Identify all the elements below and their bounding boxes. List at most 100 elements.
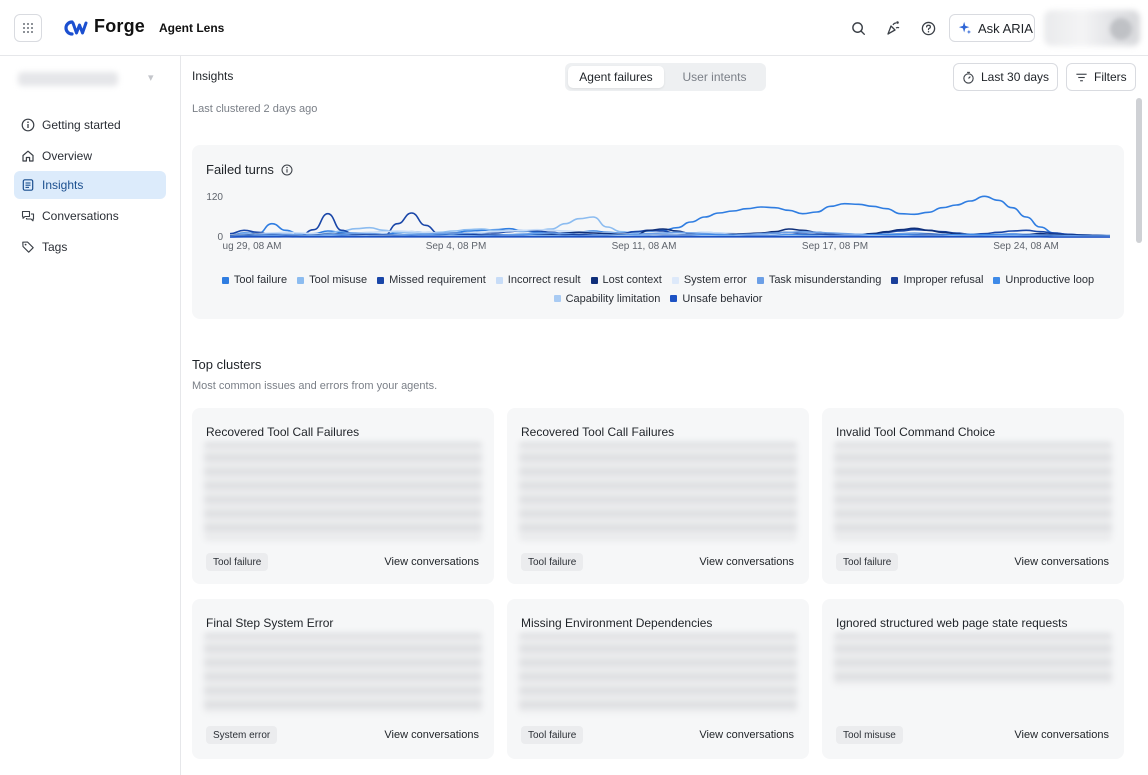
workspace-switcher[interactable] xyxy=(18,72,118,86)
cluster-title: Ignored structured web page state reques… xyxy=(836,616,1068,630)
x-tick-label: ug 29, 08 AM xyxy=(223,241,282,252)
failed-turns-chart[interactable]: 0120ug 29, 08 AM Sep 4, 08 PM Sep 11, 08 A… xyxy=(192,145,1124,265)
sidebar-item-conversations[interactable]: Conversations xyxy=(14,202,166,230)
ask-aria-label: Ask ARIA xyxy=(978,20,1033,36)
view-conversations-link[interactable]: View conversations xyxy=(384,556,479,568)
filters-button[interactable]: Filters xyxy=(1066,63,1136,91)
legend-item[interactable]: Missed requirement xyxy=(377,271,486,289)
view-conversations-link[interactable]: View conversations xyxy=(1014,556,1109,568)
last-clustered-text: Last clustered 2 days ago xyxy=(192,103,318,115)
filters-label: Filters xyxy=(1094,70,1127,84)
legend-item[interactable]: Task misunderstanding xyxy=(756,271,882,289)
tab-agent-failures[interactable]: Agent failures xyxy=(568,66,664,88)
view-conversations-link[interactable]: View conversations xyxy=(1014,729,1109,741)
cluster-card[interactable]: Recovered Tool Call Failures Tool failur… xyxy=(507,408,809,584)
sidebar-item-label: Overview xyxy=(42,149,93,163)
legend-item[interactable]: System error xyxy=(671,271,747,289)
legend-item[interactable]: Capability limitation xyxy=(553,290,661,308)
app-name: Forge xyxy=(94,16,146,36)
cluster-title: Invalid Tool Command Choice xyxy=(836,425,996,439)
cluster-card[interactable]: Missing Environment Dependencies Tool fa… xyxy=(507,599,809,759)
sidebar-item-label: Insights xyxy=(42,178,84,192)
sidebar-item-tags[interactable]: Tags xyxy=(14,233,166,261)
series-line-unsafe-behavior[interactable] xyxy=(229,235,1110,238)
legend-label: Incorrect result xyxy=(507,274,581,286)
legend-label: System error xyxy=(683,274,747,286)
tag-icon xyxy=(22,241,34,253)
grid-icon xyxy=(23,23,33,33)
cluster-card[interactable]: Recovered Tool Call Failures Tool failur… xyxy=(192,408,494,584)
help-button[interactable] xyxy=(917,17,939,39)
legend-item[interactable]: Tool failure xyxy=(221,271,288,289)
scrollbar[interactable] xyxy=(1136,98,1142,243)
legend-label: Capability limitation xyxy=(565,292,661,305)
cluster-tag: Tool failure xyxy=(836,553,899,571)
legend-label: Task misunderstanding xyxy=(768,274,882,286)
legend-swatch xyxy=(993,276,1001,284)
whats-new-button[interactable] xyxy=(882,17,904,39)
cluster-summary-redacted xyxy=(519,442,797,540)
sidebar-item-getting-started[interactable]: Getting started xyxy=(14,111,166,139)
sidebar-item-label: Conversations xyxy=(42,209,119,223)
home-icon xyxy=(22,150,34,162)
legend-item[interactable]: Lost context xyxy=(590,271,662,289)
chart-legend: Tool failure Tool misuse Missed requiremen… xyxy=(192,271,1124,308)
cluster-summary-redacted xyxy=(204,633,482,713)
legend-item[interactable]: Unproductive loop xyxy=(993,271,1094,289)
cluster-title: Final Step System Error xyxy=(206,616,334,630)
legend-label: Unsafe behavior xyxy=(682,292,763,305)
cluster-card[interactable]: Ignored structured web page state reques… xyxy=(822,599,1124,759)
cluster-title: Recovered Tool Call Failures xyxy=(521,425,675,439)
info-circle-icon xyxy=(21,118,35,132)
legend-swatch xyxy=(297,276,305,284)
legend-label: Lost context xyxy=(602,274,662,286)
page-title: Insights xyxy=(192,69,234,83)
sidebar-item-label: Tags xyxy=(42,240,68,254)
chevron-down-icon[interactable]: ▾ xyxy=(148,71,154,84)
legend-label: Unproductive loop xyxy=(1005,274,1095,286)
app-launcher-button[interactable] xyxy=(14,14,42,42)
legend-label: Tool failure xyxy=(233,274,288,286)
cluster-tag: Tool failure xyxy=(206,553,269,571)
cluster-tag: Tool failure xyxy=(521,553,584,571)
legend-item[interactable]: Tool misuse xyxy=(297,271,367,289)
section-subtitle: Most common issues and errors from your … xyxy=(192,380,438,392)
cluster-summary-redacted xyxy=(834,633,1112,685)
legend-item[interactable]: Incorrect result xyxy=(495,271,581,289)
legend-label: Tool misuse xyxy=(309,274,368,286)
ask-aria-button[interactable]: Ask ARIA xyxy=(949,14,1035,42)
avatar[interactable] xyxy=(1110,18,1132,40)
legend-label: Improper refusal xyxy=(903,274,984,286)
cluster-tag: Tool failure xyxy=(521,726,584,744)
cluster-card[interactable]: Invalid Tool Command Choice Tool failure… xyxy=(822,408,1124,584)
document-list-icon xyxy=(22,179,34,191)
cluster-card[interactable]: Final Step System Error System error Vie… xyxy=(192,599,494,759)
search-button[interactable] xyxy=(847,17,869,39)
cluster-summary-redacted xyxy=(519,633,797,713)
legend-item[interactable]: Unsafe behavior xyxy=(670,290,762,308)
legend-item[interactable]: Improper refusal xyxy=(891,271,983,289)
date-range-button[interactable]: Last 30 days xyxy=(953,63,1059,91)
tab-user-intents[interactable]: User intents xyxy=(666,66,763,88)
top-bar: Forge Agent Lens Ask ARIA xyxy=(0,0,1148,56)
sidebar-item-overview[interactable]: Overview xyxy=(14,142,166,170)
view-conversations-link[interactable]: View conversations xyxy=(699,729,794,741)
legend-swatch xyxy=(891,276,899,284)
legend-swatch xyxy=(377,276,385,284)
cluster-summary-redacted xyxy=(204,442,482,540)
x-tick-label: Sep 17, 08 PM xyxy=(802,241,868,252)
cluster-tag: Tool misuse xyxy=(836,726,903,744)
sidebar-item-insights[interactable]: Insights xyxy=(14,171,166,199)
logo-icon xyxy=(64,20,88,36)
view-toggle: Agent failures User intents xyxy=(565,63,766,91)
view-conversations-link[interactable]: View conversations xyxy=(699,556,794,568)
help-circle-icon xyxy=(921,21,935,35)
legend-swatch xyxy=(221,276,229,284)
x-tick-label: Sep 11, 08 AM xyxy=(612,241,677,252)
stopwatch-icon xyxy=(963,71,974,84)
legend-label: Missed requirement xyxy=(389,274,486,286)
date-range-label: Last 30 days xyxy=(981,70,1050,84)
cluster-tag: System error xyxy=(206,726,278,744)
section-title: Top clusters xyxy=(192,357,262,372)
view-conversations-link[interactable]: View conversations xyxy=(384,729,479,741)
